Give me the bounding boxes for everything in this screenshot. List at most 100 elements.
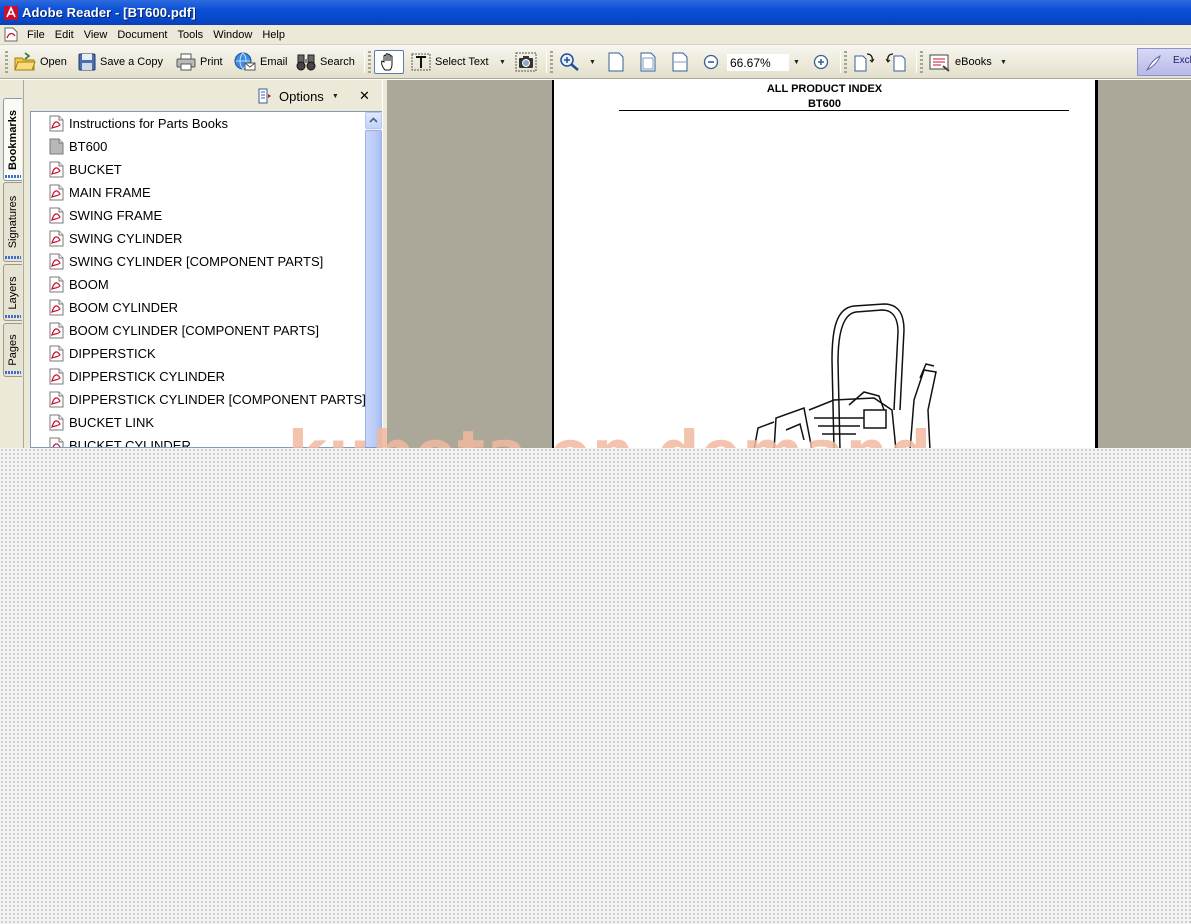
bookmark-item[interactable]: DIPPERSTICK CYLINDER [COMPONENT PARTS] bbox=[48, 389, 366, 409]
document-view[interactable]: ALL PRODUCT INDEX BT600 bbox=[388, 80, 1191, 448]
select-tool-dropdown[interactable]: ▼ bbox=[499, 50, 506, 74]
ebooks-button[interactable]: eBooks bbox=[929, 50, 992, 74]
bookmark-item[interactable]: SWING CYLINDER bbox=[48, 228, 182, 248]
options-button[interactable]: Options ▼ bbox=[258, 88, 339, 104]
tab-signatures-label: Signatures bbox=[7, 195, 19, 249]
scroll-thumb[interactable] bbox=[365, 130, 382, 447]
bookmark-item[interactable]: SWING FRAME bbox=[48, 205, 162, 225]
toolbar-separator bbox=[916, 51, 917, 73]
fit-width-button[interactable] bbox=[671, 50, 689, 74]
bookmark-label: DIPPERSTICK bbox=[69, 345, 156, 361]
email-globe-icon bbox=[234, 52, 256, 71]
bookmark-label: DIPPERSTICK CYLINDER [COMPONENT PARTS] bbox=[69, 391, 366, 407]
zoom-in-tool-button[interactable] bbox=[559, 50, 581, 74]
scroll-up-button[interactable] bbox=[365, 112, 382, 129]
email-label: Email bbox=[260, 56, 288, 68]
window-title: Adobe Reader - [BT600.pdf] bbox=[22, 5, 196, 20]
zoom-tool-dropdown[interactable]: ▼ bbox=[589, 50, 596, 74]
bookmark-label: BOOM CYLINDER bbox=[69, 299, 179, 315]
email-button[interactable]: Email bbox=[234, 50, 288, 74]
bookmark-item[interactable]: DIPPERSTICK bbox=[48, 343, 156, 363]
pdf-page-icon bbox=[49, 368, 64, 384]
bookmark-item[interactable]: BUCKET bbox=[48, 159, 122, 179]
bookmark-item[interactable]: BUCKET LINK bbox=[48, 412, 154, 432]
bookmark-label: BUCKET bbox=[69, 161, 122, 177]
hand-tool-button[interactable] bbox=[374, 50, 404, 74]
bookmark-label: BT600 bbox=[69, 138, 108, 154]
menu-edit[interactable]: Edit bbox=[52, 29, 81, 41]
bookmark-label: BOOM CYLINDER [COMPONENT PARTS] bbox=[69, 322, 319, 338]
bookmark-item[interactable]: DIPPERSTICK CYLINDER bbox=[48, 366, 225, 386]
ebooks-dropdown[interactable]: ▼ bbox=[1000, 50, 1007, 74]
zoom-out-button[interactable] bbox=[703, 50, 719, 74]
page-actual-size-icon bbox=[608, 52, 624, 72]
pdf-page-icon bbox=[49, 253, 64, 269]
exclusive-label: Excl bbox=[1173, 55, 1191, 66]
search-button[interactable]: Search bbox=[296, 50, 355, 74]
zoom-level-input[interactable] bbox=[727, 54, 789, 71]
vertical-scrollbar[interactable] bbox=[365, 112, 382, 447]
bookmark-item[interactable]: SWING CYLINDER [COMPONENT PARTS] bbox=[48, 251, 323, 271]
zoom-level-dropdown[interactable]: ▼ bbox=[793, 50, 800, 74]
bookmark-label: DIPPERSTICK CYLINDER bbox=[69, 368, 226, 384]
actual-size-button[interactable] bbox=[607, 50, 625, 74]
bookmark-item[interactable]: BUCKET CYLINDER bbox=[48, 435, 191, 447]
tab-pages[interactable]: Pages bbox=[3, 323, 22, 377]
pdf-page-icon bbox=[49, 437, 64, 447]
unrendered-screen-region bbox=[0, 448, 1191, 924]
bookmark-item[interactable]: BOOM bbox=[48, 274, 109, 294]
menu-file[interactable]: File bbox=[24, 29, 52, 41]
bookmark-label: SWING FRAME bbox=[69, 207, 163, 223]
save-copy-button[interactable]: Save a Copy bbox=[78, 50, 163, 74]
print-button[interactable]: Print bbox=[176, 50, 223, 74]
pdf-page-icon bbox=[49, 276, 64, 292]
bookmark-item[interactable]: MAIN FRAME bbox=[48, 182, 151, 202]
exclusive-offers-banner[interactable]: Excl bbox=[1137, 48, 1191, 76]
bookmark-item[interactable]: Instructions for Parts Books bbox=[48, 113, 228, 133]
select-text-button[interactable]: Select Text bbox=[411, 50, 489, 74]
zoom-in-button[interactable] bbox=[813, 50, 829, 74]
tab-layers[interactable]: Layers bbox=[3, 264, 22, 321]
fit-page-button[interactable] bbox=[639, 50, 657, 74]
bookmark-label: BUCKET LINK bbox=[69, 414, 155, 430]
tab-bookmarks-label: Bookmarks bbox=[7, 109, 19, 170]
toolbar-grip[interactable] bbox=[5, 51, 8, 73]
rotate-counterclockwise-button[interactable] bbox=[885, 50, 907, 74]
tab-indicator bbox=[5, 175, 21, 178]
tab-bookmarks[interactable]: Bookmarks bbox=[3, 98, 22, 181]
chevron-down-icon: ▼ bbox=[331, 92, 339, 100]
menu-tools[interactable]: Tools bbox=[175, 29, 211, 41]
pdf-page-icon bbox=[49, 322, 64, 338]
tab-indicator bbox=[5, 256, 21, 259]
bookmark-item[interactable]: BOOM CYLINDER bbox=[48, 297, 178, 317]
rotate-clockwise-button[interactable] bbox=[853, 50, 875, 74]
bookmark-item[interactable]: BOOM CYLINDER [COMPONENT PARTS] bbox=[48, 320, 319, 340]
open-label: Open bbox=[40, 56, 67, 68]
floppy-disk-icon bbox=[78, 53, 96, 71]
toolbar-grip[interactable] bbox=[920, 51, 923, 73]
bookmark-item[interactable]: BT600 bbox=[48, 136, 107, 156]
text-cursor-icon bbox=[411, 53, 431, 71]
bookmark-label: Instructions for Parts Books bbox=[69, 115, 228, 131]
pdf-page[interactable]: ALL PRODUCT INDEX BT600 bbox=[552, 80, 1098, 448]
adobe-reader-icon bbox=[4, 5, 18, 20]
menu-window[interactable]: Window bbox=[210, 29, 259, 41]
camera-icon bbox=[515, 52, 537, 72]
bookmarks-panel: Options ▼ ✕ BUCKET CYLINDER BUCKET LINK DI… bbox=[24, 80, 382, 448]
toolbar-grip[interactable] bbox=[844, 51, 847, 73]
menu-document[interactable]: Document bbox=[114, 29, 174, 41]
feather-icon bbox=[1145, 55, 1161, 72]
pdf-page-icon bbox=[49, 230, 64, 246]
pdf-page-icon bbox=[49, 207, 64, 223]
open-button[interactable]: Open bbox=[14, 50, 67, 74]
tab-signatures[interactable]: Signatures bbox=[3, 182, 22, 262]
minus-circle-icon bbox=[703, 54, 719, 70]
toolbar-grip[interactable] bbox=[550, 51, 553, 73]
toolbar-separator bbox=[546, 51, 547, 73]
toolbar-grip[interactable] bbox=[368, 51, 371, 73]
menu-help[interactable]: Help bbox=[259, 29, 292, 41]
menu-view[interactable]: View bbox=[81, 29, 115, 41]
title-bar: Adobe Reader - [BT600.pdf] bbox=[0, 0, 1191, 25]
snapshot-tool-button[interactable] bbox=[515, 50, 537, 74]
close-panel-button[interactable]: ✕ bbox=[359, 88, 370, 104]
